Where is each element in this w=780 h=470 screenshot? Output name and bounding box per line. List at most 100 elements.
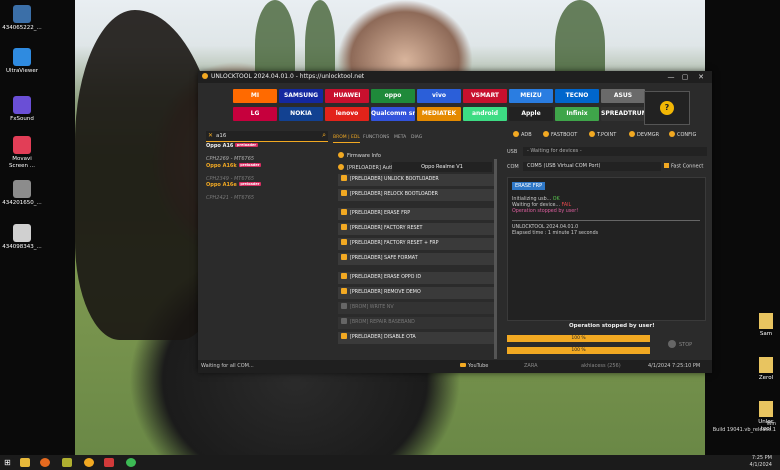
folder-icon: [759, 313, 773, 329]
brand-button[interactable]: VSMART: [463, 89, 507, 103]
desktop-shortcut[interactable]: Zerol: [754, 357, 778, 382]
brand-button[interactable]: MI: [233, 89, 277, 103]
close-button[interactable]: ✕: [694, 71, 708, 83]
desktop-shortcut[interactable]: Sam: [754, 313, 778, 338]
operation-button: [BROM] WRITE NV: [338, 302, 494, 314]
brand-button[interactable]: MEIZU: [509, 89, 553, 103]
config-button[interactable]: CONFIG: [669, 130, 696, 140]
search-icon[interactable]: ⌕: [322, 131, 326, 140]
model-list: Oppo A16 preloader CPH2269 - MT6765 Oppo A1…: [204, 143, 328, 202]
shortcut-label: 434065222_...: [2, 25, 42, 31]
brand-button[interactable]: LG: [233, 107, 277, 121]
tab-diag[interactable]: DIAG: [411, 134, 422, 142]
fast-connect-checkbox[interactable]: [664, 163, 669, 168]
app-icon[interactable]: [62, 458, 72, 467]
brand-button[interactable]: HUAWEI: [325, 89, 369, 103]
brand-button[interactable]: oppo: [371, 89, 415, 103]
brand-button[interactable]: vivo: [417, 89, 461, 103]
app-logo-icon: [202, 73, 208, 79]
log-console: ERASE FRP Initializing usb... OK Waiting…: [507, 177, 706, 321]
fast-connect-toggle[interactable]: Fast Connect: [664, 163, 703, 170]
brand-button[interactable]: MEDIATEK: [417, 107, 461, 121]
question-icon: ?: [660, 101, 674, 115]
usb-select[interactable]: - Waiting for devices -: [523, 147, 707, 156]
start-button[interactable]: ⊞: [4, 458, 14, 467]
operation-button[interactable]: [PRELOADER] FACTORY RESET + FRP: [338, 238, 494, 250]
tab-meta[interactable]: META: [394, 134, 406, 142]
operation-button[interactable]: [PRELOADER] FACTORY RESET: [338, 223, 494, 235]
maximize-button[interactable]: ▢: [678, 71, 692, 83]
window-titlebar[interactable]: UNLOCKTOOL 2024.04.01.0 - https://unlock…: [198, 71, 712, 83]
youtube-link[interactable]: YouTube: [460, 360, 488, 373]
operation-icon: [341, 303, 347, 309]
system-tray-clock[interactable]: 7:25 PM 4/1/2024: [750, 455, 772, 469]
gear-icon: [669, 131, 675, 137]
operation-icon: [341, 175, 347, 181]
movavi-taskbar-icon[interactable]: [104, 458, 114, 467]
brand-button[interactable]: TECNO: [555, 89, 599, 103]
firefox-icon[interactable]: [40, 458, 50, 467]
function-tabs: BROM | EDL FUNCTIONS META DIAG: [333, 134, 503, 143]
operation-button[interactable]: [PRELOADER] DISABLE OTA: [338, 332, 494, 344]
search-input[interactable]: [216, 131, 316, 140]
clear-icon[interactable]: ✕: [208, 132, 213, 139]
com-select[interactable]: COM5 (USB Virtual COM Port): [523, 162, 661, 171]
operation-button[interactable]: [PRELOADER] RELOCK BOOTLOADER: [338, 189, 494, 201]
firmware-info-radio[interactable]: [338, 152, 344, 158]
desktop-shortcut[interactable]: 434201650_...: [2, 180, 42, 207]
desktop-shortcut[interactable]: FxSound: [2, 96, 42, 123]
devmgr-button[interactable]: DEVMGR: [629, 130, 659, 140]
shortcut-icon: [13, 136, 31, 154]
operation-icon: [341, 254, 347, 260]
operation-tag: ERASE FRP: [512, 182, 546, 190]
file-explorer-icon[interactable]: [20, 458, 30, 467]
brand-button[interactable]: android: [463, 107, 507, 121]
operation-button[interactable]: [PRELOADER] ERASE OPPO ID: [338, 272, 494, 284]
minimize-button[interactable]: —: [664, 71, 678, 83]
tpoint-button[interactable]: T.POINT: [589, 130, 616, 140]
tab-functions[interactable]: FUNCTIONS: [363, 134, 389, 142]
shortcut-label: FxSound: [10, 116, 34, 122]
shortcut-icon: [13, 5, 31, 23]
adb-icon: [513, 131, 519, 137]
log-line: Waiting for device... FAIL: [512, 203, 572, 208]
operation-button[interactable]: [PRELOADER] SAFE FORMAT: [338, 253, 494, 265]
model-search[interactable]: ✕ ⌕: [206, 131, 328, 142]
unlocktool-taskbar-icon[interactable]: [84, 458, 94, 467]
preloader-auth-radio[interactable]: [338, 164, 344, 170]
model-list-item[interactable]: CPH2421 - MT6765: [204, 195, 328, 202]
brand-button[interactable]: lenovo: [325, 107, 369, 121]
operation-icon: [341, 239, 347, 245]
tab-brom-edl[interactable]: BROM | EDL: [333, 134, 360, 143]
brand-button[interactable]: SPREADTRUM: [601, 107, 645, 121]
status-text: Waiting for all COM...: [201, 363, 254, 369]
operation-scrollbar[interactable]: [494, 159, 497, 359]
device-select[interactable]: Oppo Realme V1: [392, 162, 492, 172]
stop-button[interactable]: STOP: [668, 340, 692, 348]
desktop-shortcut[interactable]: 434065222_...: [2, 5, 42, 32]
brand-button[interactable]: Apple: [509, 107, 553, 121]
help-button[interactable]: ?: [644, 91, 690, 125]
adb-button[interactable]: ADB: [513, 130, 532, 140]
operation-icon: [341, 273, 347, 279]
brand-button[interactable]: Infinix: [555, 107, 599, 121]
brand-button[interactable]: NOKIA: [279, 107, 323, 121]
status-datetime: 4/1/2024 7:25:10 PM: [648, 363, 701, 369]
shortcut-icon: [13, 48, 31, 66]
fastboot-button[interactable]: FASTBOOT: [543, 130, 577, 140]
brand-grid: MI SAMSUNG HUAWEI oppo vivo VSMART MEIZU TECNO A…: [233, 89, 645, 123]
operation-button[interactable]: [PRELOADER] REMOVE DEMO: [338, 287, 494, 299]
brand-button[interactable]: ASUS: [601, 89, 645, 103]
preloader-auth-row[interactable]: [PRELOADER] Auth Oppo Realme V1: [338, 162, 494, 174]
desktop-shortcut[interactable]: UltraViewer: [2, 48, 42, 75]
firmware-info-row[interactable]: Firmware Info: [338, 150, 494, 162]
operation-button[interactable]: [PRELOADER] ERASE FRP: [338, 208, 494, 220]
brand-button[interactable]: Qualcomm snapdragon: [371, 107, 415, 121]
user-zara: ZARA: [524, 363, 538, 369]
chrome-icon[interactable]: [126, 458, 136, 467]
desktop-shortcut[interactable]: Movavi Screen ...: [2, 136, 42, 170]
brand-button[interactable]: SAMSUNG: [279, 89, 323, 103]
desktop-shortcut[interactable]: 434098343_...: [2, 224, 42, 251]
operation-button[interactable]: [PRELOADER] UNLOCK BOOTLOADER: [338, 174, 494, 186]
folder-icon: [759, 357, 773, 373]
